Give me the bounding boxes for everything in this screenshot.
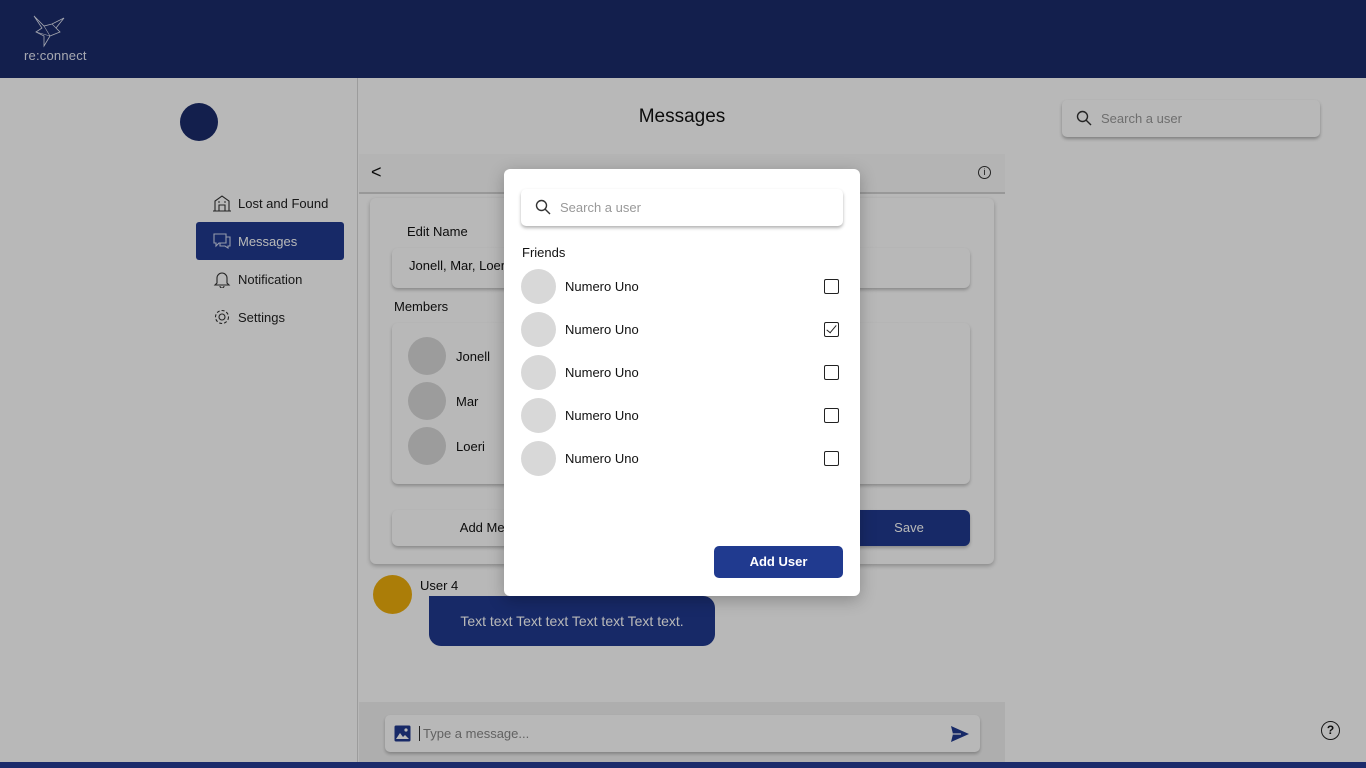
friend-checkbox[interactable] xyxy=(824,407,839,423)
avatar xyxy=(521,397,556,433)
friend-name: Numero Uno xyxy=(565,364,639,380)
search-placeholder: Search a user xyxy=(560,200,641,215)
friend-checkbox[interactable] xyxy=(824,364,839,380)
friend-name: Numero Uno xyxy=(565,450,639,466)
add-user-button[interactable]: Add User xyxy=(714,546,843,578)
friend-checkbox[interactable] xyxy=(824,278,839,294)
avatar xyxy=(521,354,556,390)
avatar xyxy=(521,440,556,476)
friend-row[interactable]: Numero Uno xyxy=(521,354,843,390)
friend-name: Numero Uno xyxy=(565,278,639,294)
modal-search-input[interactable]: Search a user xyxy=(521,189,843,226)
friend-row[interactable]: Numero Uno xyxy=(521,397,843,433)
friend-name: Numero Uno xyxy=(565,321,639,337)
friends-label: Friends xyxy=(522,245,566,260)
bottom-edge xyxy=(0,762,1366,768)
search-icon xyxy=(535,199,551,215)
friend-name: Numero Uno xyxy=(565,407,639,423)
avatar xyxy=(521,268,556,304)
friend-row[interactable]: Numero Uno xyxy=(521,311,843,347)
friend-row[interactable]: Numero Uno xyxy=(521,268,843,304)
avatar xyxy=(521,311,556,347)
add-user-modal: Search a user Friends Numero Uno Numero … xyxy=(504,169,860,596)
friend-checkbox[interactable] xyxy=(824,321,839,337)
friend-row[interactable]: Numero Uno xyxy=(521,440,843,476)
friend-checkbox[interactable] xyxy=(824,450,839,466)
